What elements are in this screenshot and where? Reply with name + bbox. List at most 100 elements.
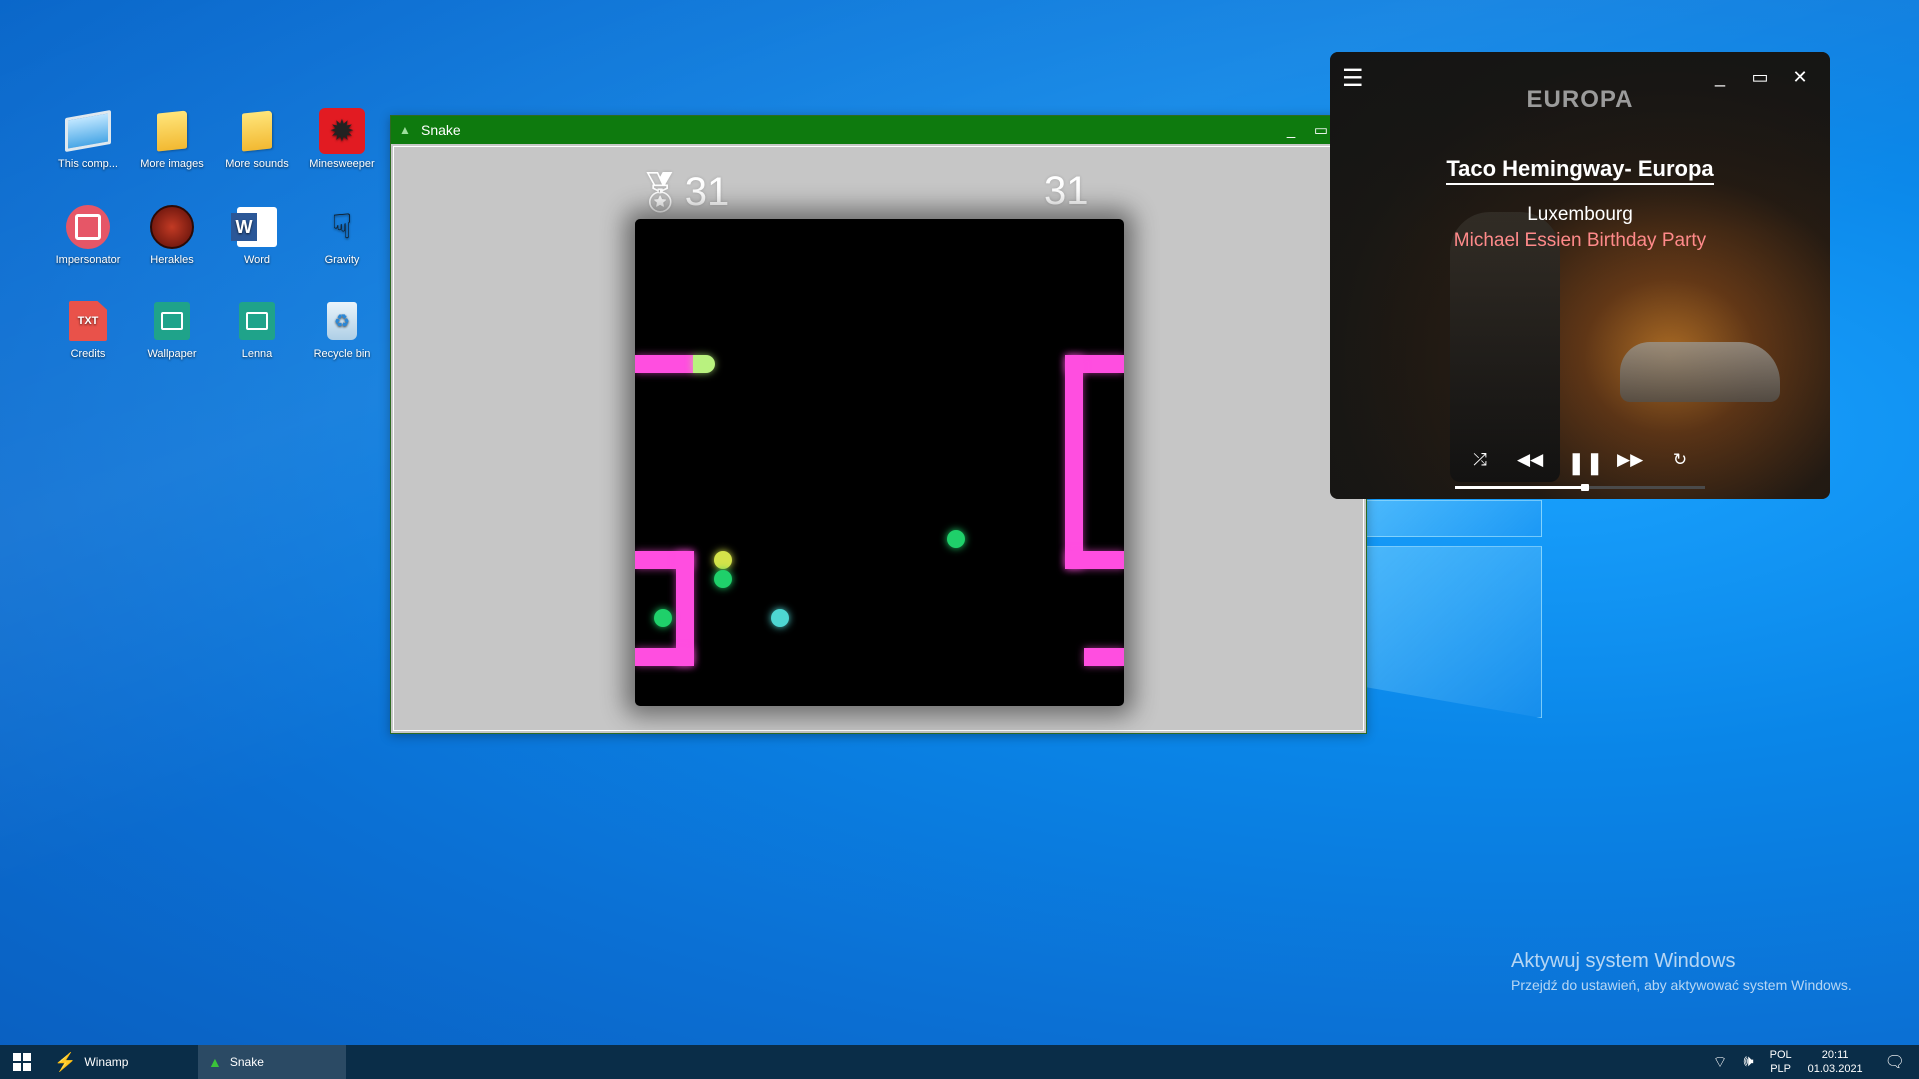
- volume-icon[interactable]: 🕪: [1736, 1053, 1762, 1071]
- enemy-snake-segment: [1065, 551, 1124, 569]
- enemy-snake-segment: [1065, 355, 1083, 569]
- desktop-icon-impersonator[interactable]: Impersonator: [46, 204, 130, 266]
- taskbar-app-label: Winamp: [84, 1055, 129, 1069]
- desktop-icon-label: Gravity: [324, 254, 360, 266]
- snake-window: ▲ Snake _ ▭ ✕ 🏅︎ 31 31: [390, 115, 1367, 734]
- taskbar: ⚡ Winamp ▲ Snake ⌔ 🕪 POL PLP 20:11 01.03…: [0, 1045, 1919, 1079]
- track-album: Michael Essien Birthday Party: [1453, 230, 1707, 251]
- activate-title: Aktywuj system Windows: [1511, 950, 1736, 972]
- pause-icon[interactable]: ❚❚: [1567, 450, 1604, 476]
- food-dot: [714, 570, 732, 588]
- rewind-icon[interactable]: ◀◀: [1517, 450, 1543, 476]
- minimize-button[interactable]: _: [1276, 116, 1306, 144]
- txt-file-icon: TXT: [65, 298, 111, 344]
- snake-head: [693, 355, 715, 373]
- language-indicator[interactable]: POL PLP: [1762, 1048, 1800, 1076]
- desktop-icon-label: More sounds: [225, 158, 289, 170]
- album-art-shade: [1330, 52, 1830, 499]
- snake-icon: ▲: [208, 1054, 222, 1070]
- winamp-icon: ⚡: [54, 1051, 77, 1072]
- score-best-value: 31: [684, 170, 730, 214]
- progress-bar[interactable]: [1455, 484, 1705, 491]
- desktop-icon-this-computer[interactable]: This comp...: [46, 108, 130, 170]
- desktop-icon-more-images[interactable]: More images: [130, 108, 214, 170]
- repeat-icon[interactable]: ↻: [1667, 450, 1693, 476]
- desktop-icon-gravity[interactable]: ☟ Gravity: [300, 204, 384, 266]
- score-current: 31: [1044, 169, 1089, 214]
- player-minimize-button[interactable]: _: [1700, 62, 1740, 92]
- shuffle-icon[interactable]: ⤮: [1467, 450, 1493, 476]
- desktop-icon-word[interactable]: W Word: [215, 204, 299, 266]
- wallpaper-logo-pane: [1365, 500, 1542, 537]
- mine-icon: ✹: [319, 108, 365, 154]
- progress-fill: [1455, 486, 1585, 489]
- fast-forward-icon[interactable]: ▶▶: [1617, 450, 1643, 476]
- progress-knob[interactable]: [1581, 484, 1589, 491]
- folder-icon: [149, 108, 195, 154]
- impersonator-icon: [65, 204, 111, 250]
- clock-time: 20:11: [1821, 1049, 1849, 1061]
- windows-logo-icon: [13, 1053, 31, 1071]
- start-button[interactable]: [0, 1045, 44, 1079]
- track-title[interactable]: Taco Hemingway- Europa: [1330, 156, 1830, 185]
- keyboard-layout: PLP: [1770, 1063, 1792, 1075]
- herakles-icon: [149, 204, 195, 250]
- desktop-icon-herakles[interactable]: Herakles: [130, 204, 214, 266]
- snake-window-title: Snake: [421, 122, 461, 138]
- enemy-snake-segment: [635, 648, 694, 666]
- music-player-window: ☰ EUROPA _ ▭ ✕ Taco Hemingway- Europa Lu…: [1330, 52, 1830, 499]
- taskbar-app-snake[interactable]: ▲ Snake: [198, 1045, 346, 1079]
- desktop-icon-label: More images: [140, 158, 204, 170]
- desktop-icon-lenna[interactable]: Lenna: [215, 298, 299, 360]
- snake-game-area: 🏅︎ 31 31: [393, 146, 1364, 731]
- enemy-snake-segment: [1084, 648, 1124, 666]
- desktop-icon-label: Credits: [70, 348, 106, 360]
- language-code: POL: [1769, 1049, 1792, 1061]
- food-dot: [947, 530, 965, 548]
- notifications-icon[interactable]: 🗨: [1871, 1052, 1919, 1072]
- desktop-icon-label: Minesweeper: [309, 158, 375, 170]
- track-artist: Luxembourg: [1527, 204, 1633, 225]
- clock[interactable]: 20:11 01.03.2021: [1800, 1048, 1871, 1076]
- desktop-icon-label: This comp...: [58, 158, 118, 170]
- desktop-icon-label: Word: [243, 254, 271, 266]
- score-best: 🏅︎ 31: [634, 169, 729, 216]
- snake-title-bar[interactable]: ▲ Snake _ ▭ ✕: [391, 116, 1366, 144]
- wifi-icon[interactable]: ⌔: [1704, 1052, 1735, 1072]
- clock-date: 01.03.2021: [1807, 1063, 1863, 1075]
- track-title-text: Taco Hemingway- Europa: [1446, 156, 1714, 185]
- desktop-icon-label: Lenna: [241, 348, 273, 360]
- desktop-icon-label: Wallpaper: [147, 348, 197, 360]
- game-board[interactable]: [635, 219, 1124, 706]
- desktop-icon-minesweeper[interactable]: ✹ Minesweeper: [300, 108, 384, 170]
- desktop-icon-more-sounds[interactable]: More sounds: [215, 108, 299, 170]
- image-file-icon: [149, 298, 195, 344]
- medal-icon: 🏅︎: [634, 171, 685, 215]
- word-icon: W: [231, 204, 280, 250]
- food-dot: [654, 609, 672, 627]
- computer-icon: [65, 108, 111, 154]
- folder-icon: [234, 108, 280, 154]
- player-maximize-button[interactable]: ▭: [1740, 62, 1780, 92]
- txt-badge: TXT: [69, 301, 107, 341]
- desktop-icon-label: Herakles: [150, 254, 194, 266]
- desktop-icon-recycle-bin[interactable]: ♻ Recycle bin: [300, 298, 384, 360]
- wallpaper-logo-pane: [1365, 546, 1542, 718]
- taskbar-app-winamp[interactable]: ⚡ Winamp: [44, 1045, 198, 1079]
- snake-app-icon: ▲: [399, 123, 411, 137]
- food-dot: [771, 609, 789, 627]
- desktop-icon-label: Recycle bin: [313, 348, 371, 360]
- activate-subtitle: Przejdź do ustawień, aby aktywować syste…: [1511, 977, 1852, 993]
- system-tray: ⌔ 🕪 POL PLP 20:11 01.03.2021 🗨: [1704, 1045, 1919, 1079]
- player-close-button[interactable]: ✕: [1780, 62, 1820, 92]
- score-current-value: 31: [1044, 169, 1089, 213]
- image-file-icon: [234, 298, 280, 344]
- taskbar-app-label: Snake: [229, 1055, 264, 1069]
- food-dot: [714, 551, 732, 569]
- activate-windows-watermark: Aktywuj system Windows Przejdź do ustawi…: [1511, 950, 1852, 993]
- desktop-icon-credits[interactable]: TXT Credits: [46, 298, 130, 360]
- snake-body-segment: [635, 355, 695, 373]
- recycle-bin-icon: ♻: [319, 298, 365, 344]
- gravity-icon: ☟: [331, 208, 353, 246]
- desktop-icon-wallpaper[interactable]: Wallpaper: [130, 298, 214, 360]
